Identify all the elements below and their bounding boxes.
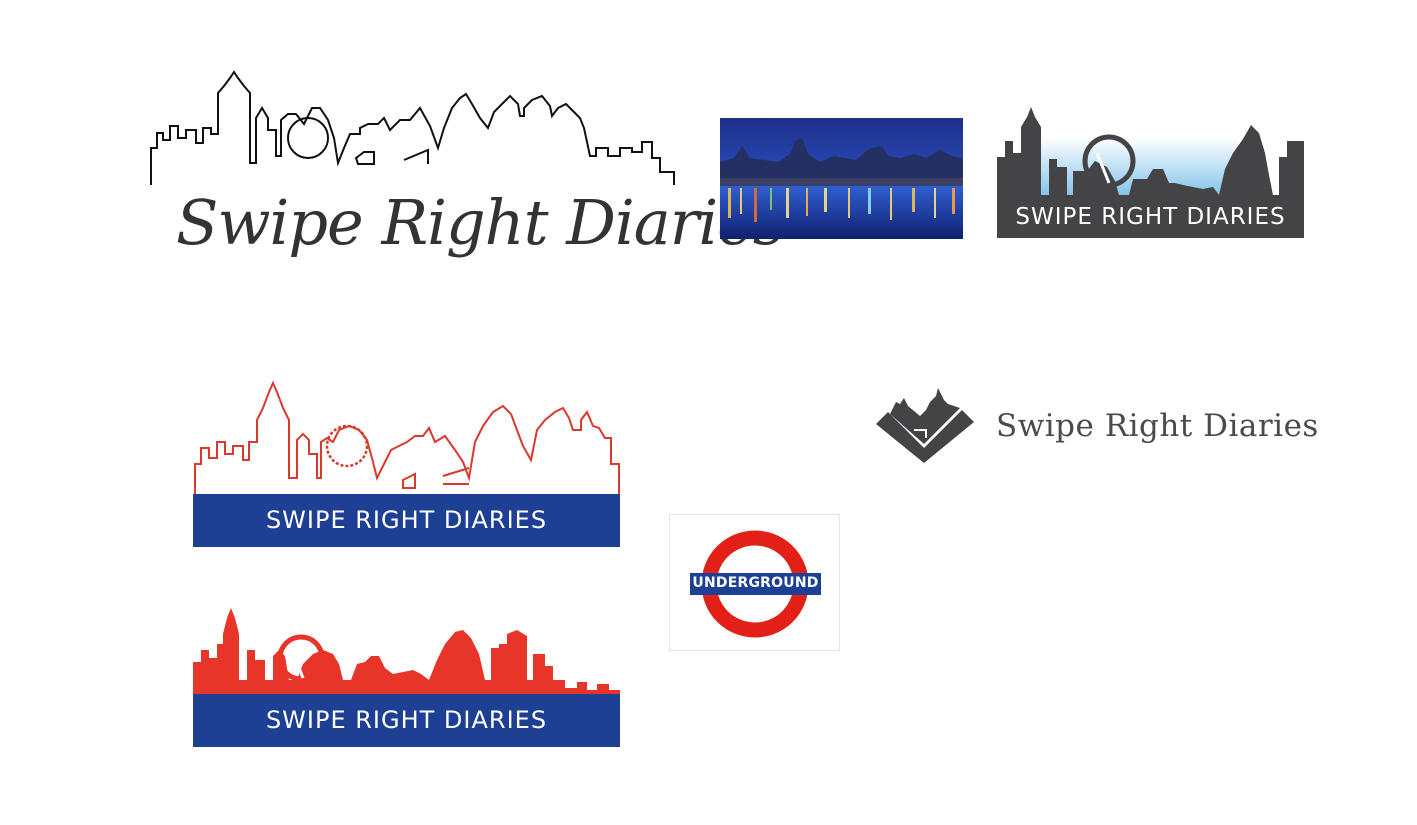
underground-sign: UNDERGROUND — [669, 514, 840, 651]
skyline-outline-black — [150, 70, 675, 185]
red-outline-logo: SWIPE RIGHT DIARIES — [193, 380, 620, 547]
icon-logo: Swipe Right Diaries — [874, 388, 1364, 466]
red-solid-logo: SWIPE RIGHT DIARIES — [193, 604, 620, 747]
eye-wheel-outline — [287, 117, 329, 159]
checkmark-skyline-icon — [876, 388, 974, 463]
city-night-photo — [720, 118, 963, 239]
script-logo-title: Swipe Right Diaries — [176, 186, 785, 259]
script-logo: Swipe Right Diaries — [148, 68, 785, 298]
red-outline-logo-title: SWIPE RIGHT DIARIES — [265, 506, 548, 534]
icon-logo-title: Swipe Right Diaries — [996, 408, 1319, 444]
red-solid-logo-title: SWIPE RIGHT DIARIES — [265, 706, 548, 734]
dark-logo-title: SWIPE RIGHT DIARIES — [1015, 204, 1286, 230]
dark-skyline-logo: SWIPE RIGHT DIARIES — [997, 97, 1304, 238]
skyline-outline-red — [194, 380, 620, 494]
skyline-solid-red — [193, 608, 620, 696]
underground-label: UNDERGROUND — [692, 575, 819, 591]
